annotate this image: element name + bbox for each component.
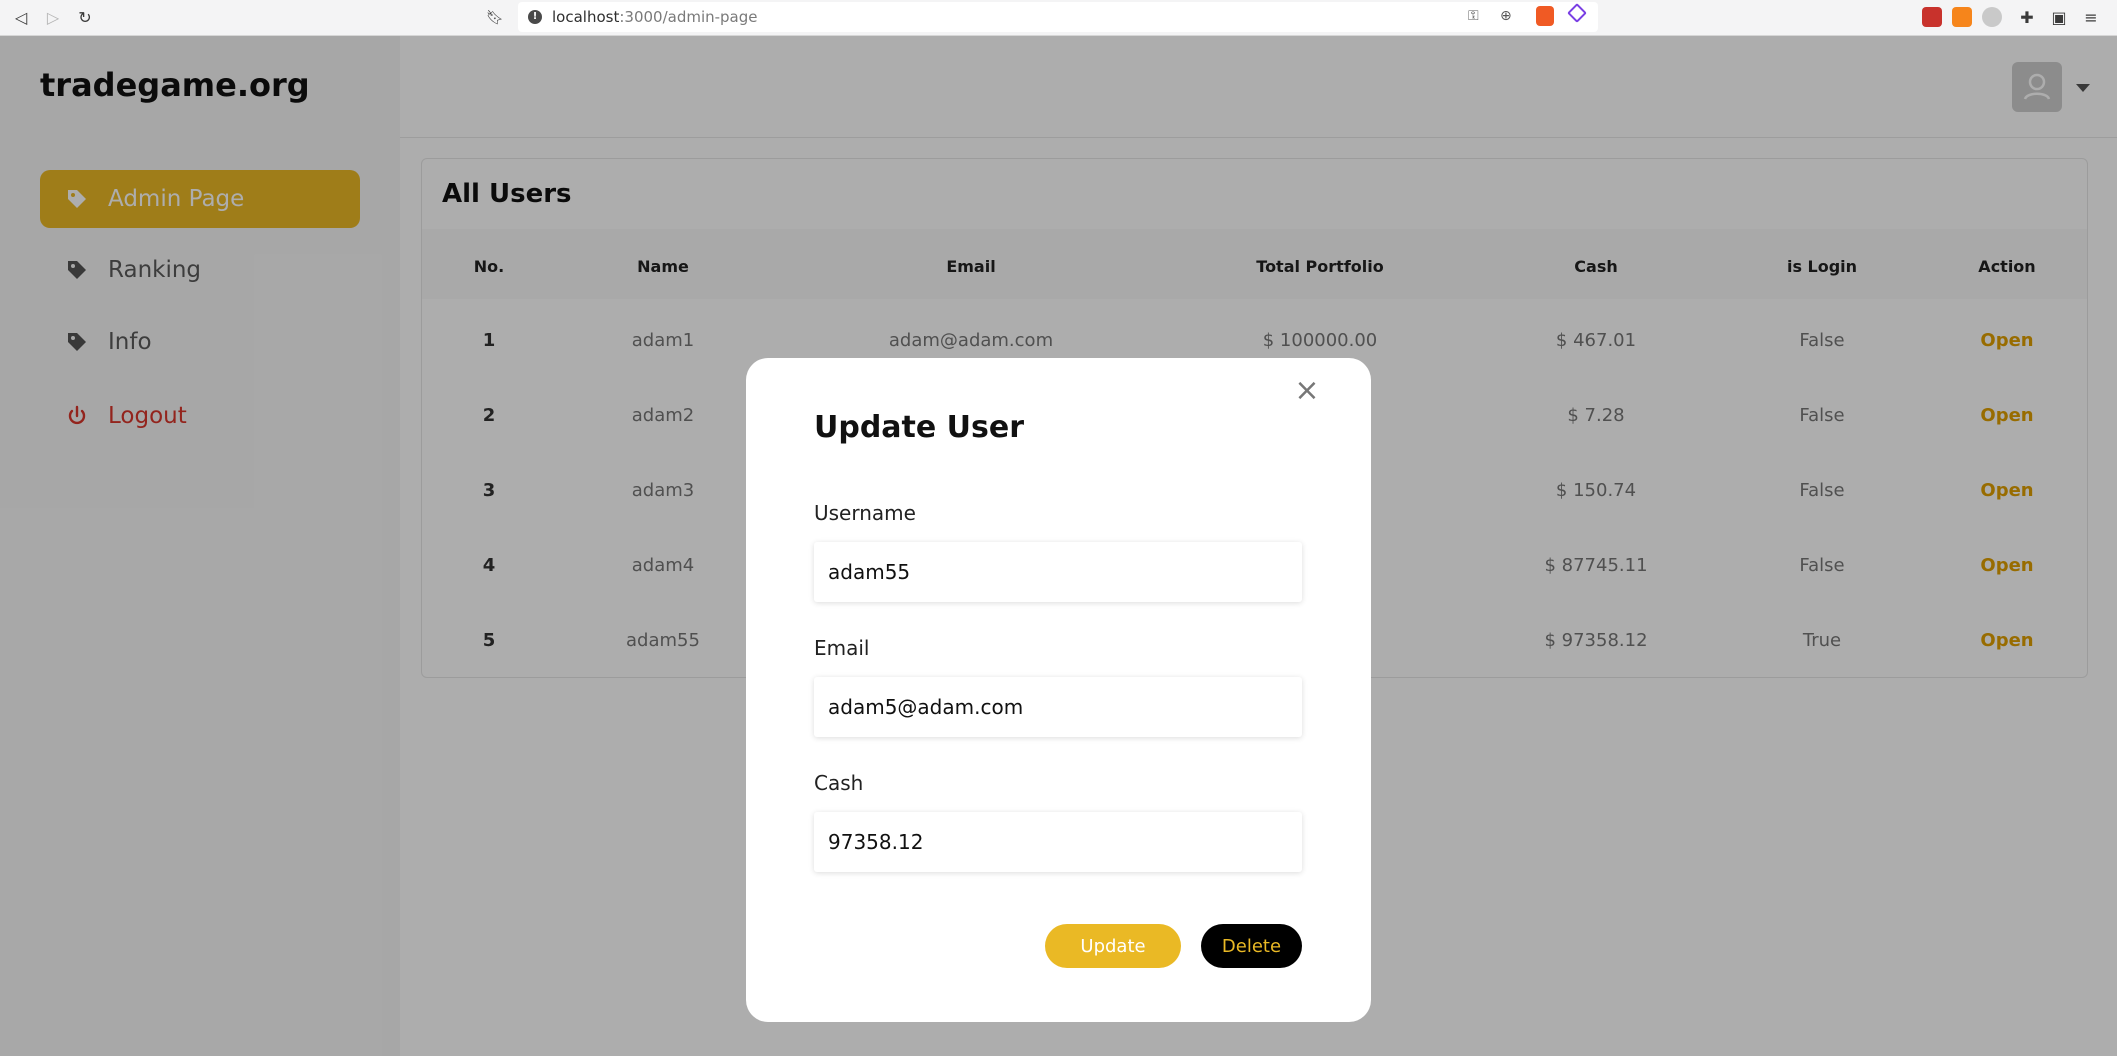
- address-bar[interactable]: ! localhost:3000/admin-page ⚿ ⊕: [518, 2, 1598, 32]
- zoom-icon[interactable]: ⊕: [1500, 8, 1512, 24]
- rewards-icon[interactable]: [1567, 3, 1587, 23]
- metamask-icon[interactable]: [1952, 7, 1972, 27]
- extension-arc-icon[interactable]: [1982, 7, 2002, 27]
- back-icon[interactable]: ◁: [10, 7, 32, 29]
- reload-icon[interactable]: ↻: [74, 7, 96, 29]
- wallet-icon[interactable]: ▣: [2048, 7, 2070, 29]
- menu-icon[interactable]: ≡: [2080, 7, 2102, 29]
- email-label: Email: [814, 636, 870, 660]
- modal-title: Update User: [814, 410, 1025, 445]
- extensions-puzzle-icon[interactable]: ✚: [2016, 7, 2038, 29]
- forward-icon[interactable]: ▷: [42, 7, 64, 29]
- close-icon[interactable]: ×: [1292, 376, 1322, 406]
- username-field[interactable]: [814, 542, 1302, 602]
- extension-calendar-icon[interactable]: [1922, 7, 1942, 27]
- delete-button[interactable]: Delete: [1201, 924, 1302, 968]
- key-icon[interactable]: ⚿: [1468, 8, 1479, 24]
- brave-shield-icon[interactable]: [1536, 6, 1554, 26]
- site-info-icon[interactable]: !: [528, 10, 542, 24]
- email-field[interactable]: [814, 677, 1302, 737]
- update-button[interactable]: Update: [1045, 924, 1181, 968]
- update-user-modal: × Update User Username Email Cash Update…: [746, 358, 1371, 1022]
- username-label: Username: [814, 501, 916, 525]
- url-text: localhost:3000/admin-page: [552, 8, 758, 26]
- browser-toolbar: ◁ ▷ ↻ 🔖︎ ! localhost:3000/admin-page ⚿ ⊕…: [0, 0, 2117, 36]
- cash-label: Cash: [814, 771, 864, 795]
- cash-field[interactable]: [814, 812, 1302, 872]
- bookmark-icon[interactable]: 🔖︎: [484, 7, 506, 29]
